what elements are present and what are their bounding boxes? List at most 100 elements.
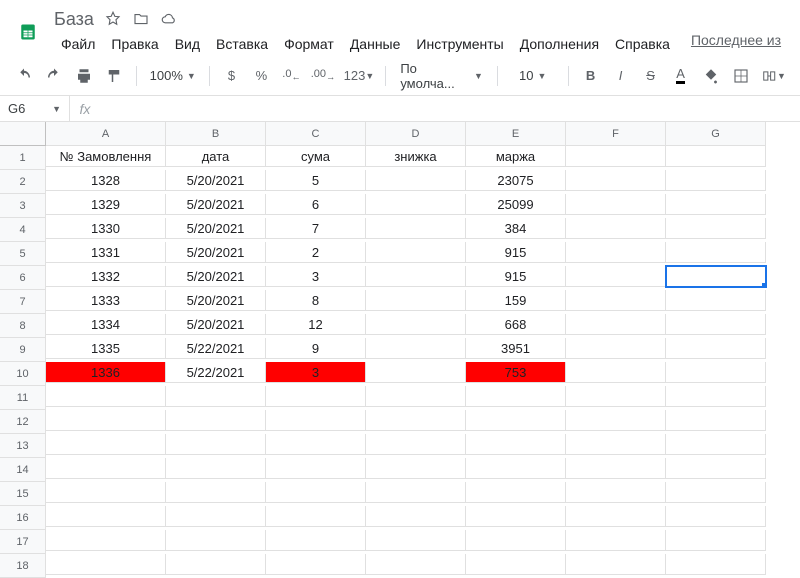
cell[interactable]: 5 — [266, 170, 366, 191]
cell[interactable]: 1336 — [46, 362, 166, 383]
cell[interactable]: 5/20/2021 — [166, 266, 266, 287]
cell[interactable] — [366, 266, 466, 287]
fill-color-button[interactable] — [697, 63, 725, 89]
menu-tools[interactable]: Инструменты — [409, 32, 510, 56]
cell[interactable] — [46, 554, 166, 575]
cell[interactable]: 159 — [466, 290, 566, 311]
cell[interactable] — [166, 386, 266, 407]
undo-button[interactable] — [10, 63, 38, 89]
paint-format-button[interactable] — [100, 63, 128, 89]
cell[interactable] — [166, 506, 266, 527]
cell[interactable]: 753 — [466, 362, 566, 383]
cell[interactable] — [46, 410, 166, 431]
cell[interactable]: 915 — [466, 266, 566, 287]
menu-edit[interactable]: Правка — [104, 32, 165, 56]
cell[interactable]: 5/20/2021 — [166, 170, 266, 191]
cloud-status-icon[interactable] — [160, 10, 178, 28]
menu-insert[interactable]: Вставка — [209, 32, 275, 56]
cell[interactable] — [666, 290, 766, 311]
cell[interactable] — [666, 314, 766, 335]
redo-button[interactable] — [40, 63, 68, 89]
cell[interactable] — [566, 218, 666, 239]
menu-file[interactable]: Файл — [54, 32, 102, 56]
cell[interactable] — [166, 434, 266, 455]
cell[interactable]: 3 — [266, 266, 366, 287]
menu-help[interactable]: Справка — [608, 32, 677, 56]
star-icon[interactable] — [104, 10, 122, 28]
cell[interactable] — [566, 194, 666, 215]
column-header[interactable]: D — [366, 122, 466, 146]
row-header[interactable]: 11 — [0, 386, 46, 410]
cell[interactable]: 1330 — [46, 218, 166, 239]
currency-button[interactable]: $ — [217, 63, 245, 89]
row-header[interactable]: 17 — [0, 530, 46, 554]
cell[interactable] — [566, 338, 666, 359]
number-format-select[interactable]: 123▼ — [341, 63, 378, 89]
cell[interactable] — [666, 338, 766, 359]
cell[interactable] — [666, 554, 766, 575]
cell[interactable] — [366, 386, 466, 407]
cell[interactable] — [566, 362, 666, 383]
cell[interactable] — [266, 506, 366, 527]
cell[interactable] — [566, 530, 666, 551]
row-header[interactable]: 14 — [0, 458, 46, 482]
cell[interactable] — [666, 146, 766, 167]
cell[interactable] — [466, 410, 566, 431]
cell[interactable] — [566, 482, 666, 503]
cell[interactable]: 2 — [266, 242, 366, 263]
cell[interactable] — [166, 458, 266, 479]
text-color-button[interactable]: A — [667, 63, 695, 89]
cell[interactable]: 1333 — [46, 290, 166, 311]
cell[interactable] — [266, 530, 366, 551]
zoom-select[interactable]: 100%▼ — [145, 63, 201, 89]
cell[interactable] — [466, 506, 566, 527]
cell[interactable] — [266, 458, 366, 479]
formula-bar[interactable] — [100, 96, 800, 121]
cell[interactable]: 25099 — [466, 194, 566, 215]
cell[interactable] — [566, 170, 666, 191]
column-header[interactable]: E — [466, 122, 566, 146]
cell[interactable] — [466, 482, 566, 503]
cell[interactable] — [666, 386, 766, 407]
row-header[interactable]: 13 — [0, 434, 46, 458]
cell[interactable]: 3 — [266, 362, 366, 383]
row-header[interactable]: 2 — [0, 170, 46, 194]
cell[interactable] — [566, 146, 666, 167]
cell[interactable] — [566, 554, 666, 575]
cell[interactable] — [566, 458, 666, 479]
cell[interactable]: 915 — [466, 242, 566, 263]
row-header[interactable]: 8 — [0, 314, 46, 338]
cell[interactable] — [266, 386, 366, 407]
font-size-select[interactable]: 10▼ — [506, 63, 560, 89]
cell[interactable] — [46, 434, 166, 455]
cell[interactable] — [666, 506, 766, 527]
cell[interactable] — [366, 314, 466, 335]
cell[interactable]: 1335 — [46, 338, 166, 359]
cell[interactable] — [466, 554, 566, 575]
cell[interactable] — [466, 386, 566, 407]
cell[interactable] — [566, 314, 666, 335]
cell[interactable] — [166, 530, 266, 551]
cell[interactable]: сума — [266, 146, 366, 167]
cell[interactable]: 1334 — [46, 314, 166, 335]
percent-button[interactable]: % — [247, 63, 275, 89]
cell[interactable] — [366, 482, 466, 503]
cell[interactable] — [366, 242, 466, 263]
cell[interactable]: 668 — [466, 314, 566, 335]
increase-decimal-button[interactable]: .00→ — [307, 63, 338, 89]
row-header[interactable]: 12 — [0, 410, 46, 434]
cell[interactable]: 9 — [266, 338, 366, 359]
cell[interactable]: 5/20/2021 — [166, 290, 266, 311]
cell[interactable] — [46, 530, 166, 551]
strikethrough-button[interactable]: S — [637, 63, 665, 89]
cell[interactable] — [366, 170, 466, 191]
last-edit-link[interactable]: Последнее из — [691, 32, 781, 56]
cell[interactable] — [366, 506, 466, 527]
cell[interactable] — [166, 410, 266, 431]
cell[interactable] — [666, 194, 766, 215]
column-header[interactable]: G — [666, 122, 766, 146]
merge-cells-button[interactable]: ▼ — [757, 63, 790, 89]
cell[interactable] — [366, 338, 466, 359]
menu-addons[interactable]: Дополнения — [513, 32, 606, 56]
cell[interactable] — [366, 290, 466, 311]
